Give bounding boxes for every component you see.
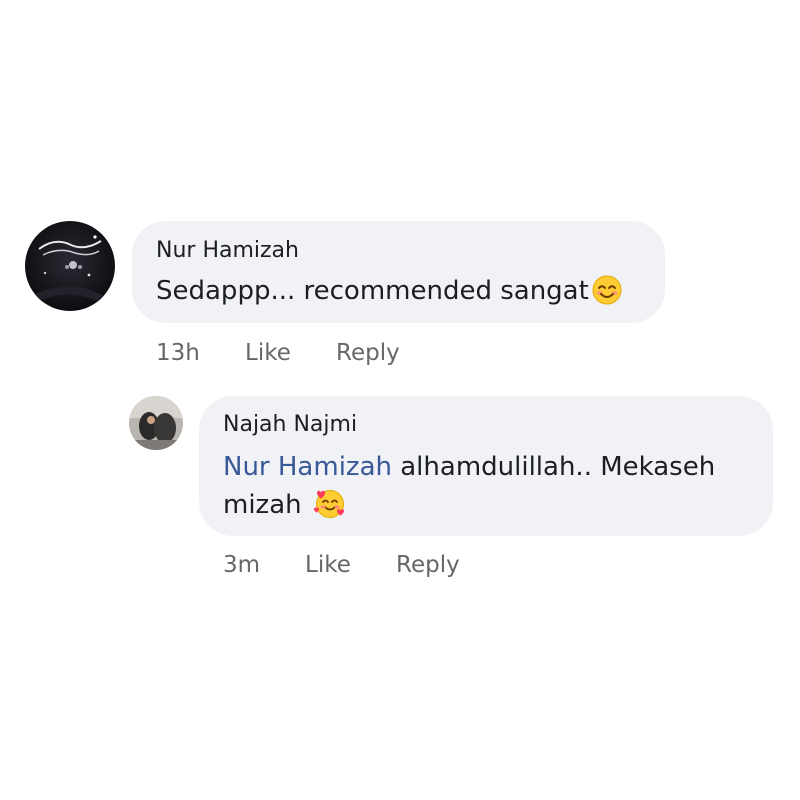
- comment-actions: 3m Like Reply: [223, 552, 523, 582]
- comment-author[interactable]: Najah Najmi: [223, 412, 357, 437]
- reply-button[interactable]: Reply: [336, 340, 400, 366]
- smiling-face-with-smiling-eyes-icon: [592, 275, 622, 316]
- comment-author[interactable]: Nur Hamizah: [156, 238, 299, 263]
- mention-link[interactable]: Nur Hamizah: [223, 452, 392, 482]
- comment-text: Sedappp... recommended sangat: [156, 272, 622, 316]
- like-button[interactable]: Like: [305, 552, 351, 578]
- comment-text-line2: mizah: [223, 490, 310, 520]
- comment-text: Nur Hamizah alhamdulillah.. Mekaseh miza…: [223, 448, 753, 530]
- comment-text-line1: alhamdulillah.. Mekaseh: [391, 452, 716, 482]
- comment-timestamp[interactable]: 3m: [223, 552, 260, 578]
- comment-actions: 13h Like Reply: [156, 340, 456, 370]
- like-button[interactable]: Like: [245, 340, 291, 366]
- avatar[interactable]: [129, 396, 183, 450]
- reply-button[interactable]: Reply: [396, 552, 460, 578]
- avatar[interactable]: [25, 221, 115, 311]
- comment-timestamp[interactable]: 13h: [156, 340, 200, 366]
- smiling-face-with-hearts-icon: [313, 487, 347, 530]
- avatar-image-icon: [129, 396, 183, 450]
- comment-text-body: Sedappp... recommended sangat: [156, 276, 589, 306]
- avatar-image-icon: [25, 221, 115, 311]
